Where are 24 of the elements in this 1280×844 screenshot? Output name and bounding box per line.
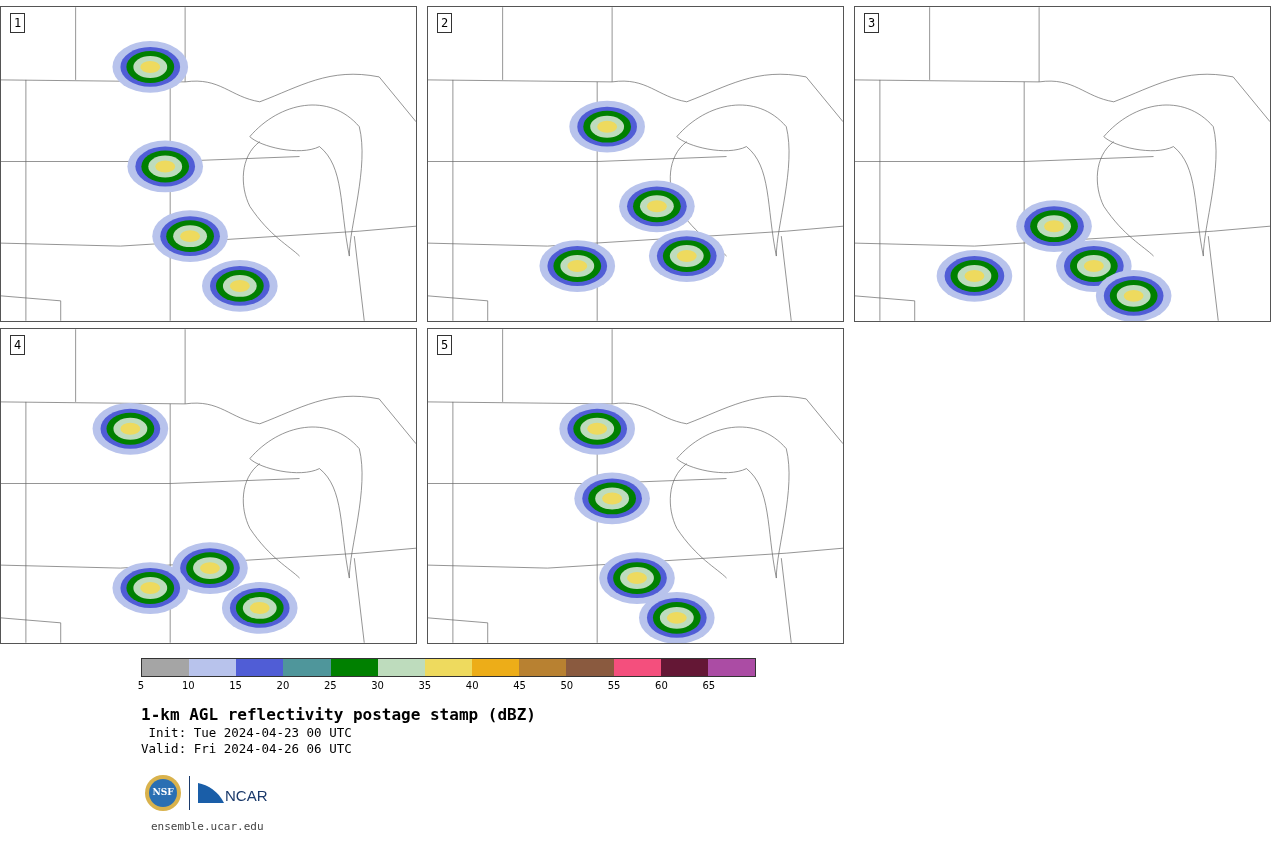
valid-time: Valid: Fri 2024-04-26 06 UTC [141, 741, 353, 757]
colorbar-tick-label: 25 [323, 680, 337, 692]
ncar-logo: NCAR [198, 783, 268, 803]
panel-number: 4 [10, 335, 26, 355]
chart-title: 1-km AGL reflectivity postage stamp (dBZ) [141, 705, 537, 725]
nsf-logo: NSF [145, 775, 181, 811]
colorbar-tick-label: 20 [276, 680, 290, 692]
colorbar-tick-label: 55 [607, 680, 621, 692]
panel-number: 5 [437, 335, 453, 355]
colorbar-tick-label: 45 [513, 680, 526, 692]
colorbar-tick-label: 30 [371, 680, 384, 692]
colorbar-tick-label: 60 [655, 680, 668, 692]
colorbar-tick-label: 40 [465, 680, 479, 692]
init-time: Init: Tue 2024-04-23 00 UTC [147, 725, 353, 741]
colorbar-tick-label: 5 [137, 680, 145, 692]
colorbar-tick-label: 15 [229, 680, 242, 692]
panel-number: 1 [10, 13, 26, 33]
panel-number: 2 [437, 13, 453, 33]
website-url: ensemble.ucar.edu [151, 820, 264, 833]
panel-number: 3 [864, 13, 880, 33]
colorbar-tick-label: 50 [560, 680, 574, 692]
colorbar-tick-label: 35 [418, 680, 432, 692]
colorbar-tick-label: 65 [702, 680, 716, 692]
colorbar-tick-label: 10 [181, 680, 195, 692]
